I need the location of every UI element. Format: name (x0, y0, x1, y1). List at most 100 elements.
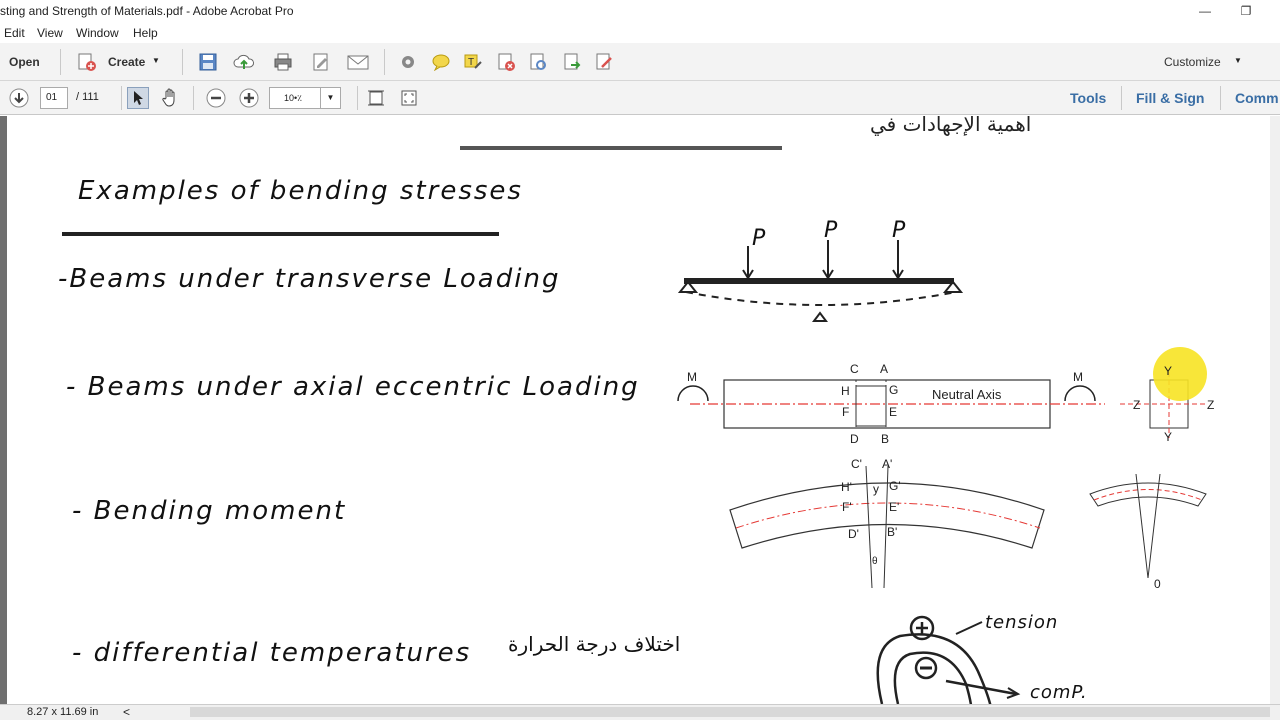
create-button[interactable]: Create (108, 55, 145, 69)
menu-help[interactable]: Help (133, 26, 158, 40)
customize-dropdown-icon[interactable]: ▼ (1234, 56, 1242, 65)
zoom-in-icon[interactable] (238, 87, 260, 109)
sign-document-icon[interactable] (593, 51, 615, 73)
menu-bar: Edit View Window Help (0, 23, 1280, 43)
toolbar-divider (193, 86, 194, 110)
toolbar-divider (1121, 86, 1122, 110)
tools-link[interactable]: Tools (1070, 90, 1106, 106)
point-e: E (889, 405, 898, 419)
cloud-upload-icon[interactable] (233, 51, 255, 73)
create-dropdown-icon[interactable]: ▼ (152, 56, 160, 65)
email-icon[interactable] (347, 51, 369, 73)
element-box (855, 385, 887, 427)
vertical-scrollbar[interactable] (1270, 116, 1280, 704)
point-f-prime: F' (842, 500, 852, 514)
gear-icon[interactable] (397, 51, 419, 73)
beam-transverse-diagram (677, 240, 964, 322)
diagrams-canvas (677, 240, 1207, 704)
zoom-dropdown-icon[interactable]: ▼ (320, 88, 340, 108)
moment-arc-right (1064, 385, 1096, 402)
section-y-bottom: Y (1164, 430, 1173, 444)
point-a: A (880, 362, 889, 376)
point-f: F (842, 405, 850, 419)
point-e-prime: E' (889, 500, 900, 514)
toolbar-divider (182, 49, 183, 75)
load-label-1: P (752, 226, 766, 251)
point-c: C (850, 362, 859, 376)
section-z-left: Z (1133, 398, 1141, 412)
export-icon[interactable] (561, 51, 583, 73)
point-h-prime: H' (841, 480, 852, 494)
full-screen-icon[interactable] (398, 87, 420, 109)
select-tool-icon[interactable] (127, 87, 149, 109)
toolbar-divider (1220, 86, 1221, 110)
point-b: B (881, 432, 890, 446)
center-y-label: y (873, 482, 879, 496)
fill-sign-link[interactable]: Fill & Sign (1136, 90, 1204, 106)
load-label-3: P (892, 218, 906, 243)
fit-page-icon[interactable] (365, 87, 387, 109)
point-d-prime: D' (848, 527, 859, 541)
section-z-right: Z (1207, 398, 1215, 412)
cursor-highlight (1153, 347, 1207, 401)
point-g: G (889, 383, 899, 397)
deflection-curve (685, 291, 957, 306)
hand-tool-icon[interactable] (159, 87, 181, 109)
scroll-left-icon[interactable]: < (123, 705, 130, 719)
menu-edit[interactable]: Edit (4, 26, 25, 40)
highlight-text-icon[interactable]: T (462, 51, 484, 73)
customize-button[interactable]: Customize (1164, 55, 1221, 69)
minimize-button[interactable]: — (1182, 0, 1228, 23)
point-c-prime: C' (851, 457, 862, 471)
tension-label: tension (985, 612, 1059, 633)
restore-button[interactable]: ❐ (1223, 0, 1269, 23)
section-y-top: Y (1164, 364, 1173, 378)
page-number-input[interactable]: 01 (40, 87, 68, 109)
beam-body (684, 278, 954, 284)
title-bar: sting and Strength of Materials.pdf - Ad… (0, 0, 1280, 23)
print-icon[interactable] (272, 51, 294, 73)
bent-beam-diagram (729, 465, 1207, 589)
moment-label-right: M (1073, 370, 1083, 384)
save-icon[interactable] (197, 51, 219, 73)
origin-label: 0 (1154, 577, 1161, 591)
point-a-prime: A' (882, 457, 893, 471)
menu-view[interactable]: View (37, 26, 63, 40)
horizontal-scrollbar[interactable] (190, 707, 1270, 717)
main-toolbar: Open Create ▼ T Customize ▼ (0, 43, 1280, 81)
point-d: D (850, 432, 859, 446)
secure-document-icon[interactable] (527, 51, 549, 73)
deflection-marker (812, 311, 828, 322)
page-size-label: 8.27 x 11.69 in (27, 706, 99, 718)
toolbar-divider (60, 49, 61, 75)
delete-page-icon[interactable] (495, 51, 517, 73)
document-left-edge (0, 116, 7, 704)
neutral-axis-label: Neutral Axis (932, 387, 1002, 402)
point-h: H (841, 384, 850, 398)
window-title: sting and Strength of Materials.pdf - Ad… (0, 4, 294, 18)
document-page[interactable]: أهمية الإجهادات في Examples of bending s… (0, 116, 1270, 704)
toolbar-divider (384, 49, 385, 75)
page-total: / 111 (76, 91, 99, 103)
svg-text:T: T (468, 57, 474, 68)
menu-window[interactable]: Window (76, 26, 119, 40)
next-page-icon[interactable] (8, 87, 30, 109)
toolbar-divider (121, 86, 122, 110)
create-icon[interactable] (76, 51, 98, 73)
comment-icon[interactable] (430, 51, 452, 73)
point-b-prime: B' (887, 525, 898, 539)
zoom-value: 10•٪ (284, 93, 302, 103)
zoom-input[interactable]: 10•٪ ▼ (269, 87, 341, 109)
open-button[interactable]: Open (9, 55, 40, 69)
edit-document-icon[interactable] (310, 51, 332, 73)
moment-label-left: M (687, 370, 697, 384)
toolbar-divider (357, 86, 358, 110)
small-curved-beam (1089, 482, 1207, 507)
angle-label: θ (872, 556, 878, 567)
point-g-prime: G' (889, 479, 901, 493)
moment-arc-left (677, 385, 709, 402)
load-label-2: P (824, 218, 838, 243)
compression-label: comP. (1030, 682, 1088, 703)
comment-link[interactable]: Comm (1235, 90, 1279, 106)
zoom-out-icon[interactable] (205, 87, 227, 109)
